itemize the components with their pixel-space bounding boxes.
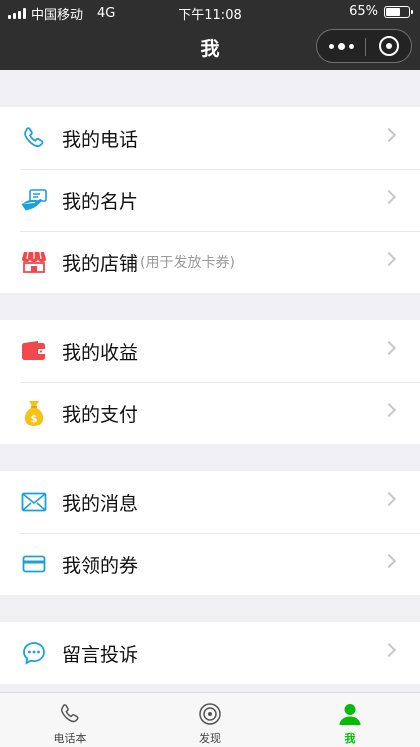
business-card-icon [20, 186, 48, 214]
user-icon [337, 701, 363, 727]
close-miniprogram-button[interactable] [366, 30, 412, 62]
menu-item-label: 我的支付 [62, 403, 139, 426]
wallet-icon [20, 337, 48, 365]
tab-phonebook[interactable]: 电话本 [0, 693, 140, 747]
chevron-right-icon [381, 491, 397, 507]
menu-group-2: 我的收益 $ 我的支付 [0, 320, 420, 444]
miniprogram-capsule [316, 29, 412, 63]
more-menu-button[interactable] [317, 30, 365, 62]
compass-icon [197, 701, 223, 727]
phone-icon [57, 701, 83, 727]
menu-item-my-coupons[interactable]: 我领的券 [0, 533, 420, 595]
menu-item-my-store[interactable]: 我的店铺 (用于发放卡券) [0, 231, 420, 293]
menu-item-my-earnings[interactable]: 我的收益 [0, 320, 420, 382]
store-icon [20, 248, 48, 276]
menu-item-label: 我的电话 [62, 128, 139, 151]
svg-text:$: $ [31, 414, 38, 425]
menu-item-label: 留言投诉 [62, 643, 139, 666]
menu-item-my-payment[interactable]: $ 我的支付 [0, 382, 420, 444]
tab-me[interactable]: 我 [280, 693, 420, 747]
menu-list: 我的电话 我的名片 我的店铺 (用于发放卡券) 我的收益 $ 我的支付 我的消息… [0, 70, 420, 692]
chevron-right-icon [381, 189, 397, 205]
status-bar: 中国移动 4G 下午11:08 65% [0, 0, 420, 24]
menu-item-my-card[interactable]: 我的名片 [0, 169, 420, 231]
menu-item-hint: (用于发放卡券) [140, 255, 235, 271]
menu-group-4: 留言投诉 [0, 622, 420, 684]
chevron-right-icon [381, 553, 397, 569]
chevron-right-icon [381, 642, 397, 658]
more-dots-icon [328, 43, 334, 49]
phone-icon [20, 124, 48, 152]
tab-label: 发现 [199, 732, 221, 745]
menu-item-label: 我领的券 [62, 554, 139, 577]
menu-group-1: 我的电话 我的名片 我的店铺 (用于发放卡券) [0, 107, 420, 293]
chevron-right-icon [381, 402, 397, 418]
menu-item-label: 我的收益 [62, 341, 139, 364]
target-icon [379, 36, 399, 56]
coupon-card-icon [20, 550, 48, 578]
tab-discover[interactable]: 发现 [140, 693, 280, 747]
tab-bar: 电话本 发现 我 [0, 692, 420, 747]
tab-label: 我 [344, 732, 356, 745]
chat-bubble-icon [20, 639, 48, 667]
chevron-right-icon [381, 127, 397, 143]
chevron-right-icon [381, 251, 397, 267]
tab-label: 电话本 [53, 732, 87, 745]
menu-item-label: 我的消息 [62, 492, 139, 515]
nav-bar: 我 [0, 24, 420, 70]
battery-percent: 65% [349, 4, 378, 19]
chevron-right-icon [381, 340, 397, 356]
status-right: 65% [349, 4, 413, 19]
envelope-icon [20, 488, 48, 516]
menu-item-my-messages[interactable]: 我的消息 [0, 471, 420, 533]
menu-item-label: 我的店铺 [62, 252, 139, 275]
menu-item-my-phone[interactable]: 我的电话 [0, 107, 420, 169]
battery-icon [384, 5, 413, 18]
menu-group-3: 我的消息 我领的券 [0, 471, 420, 595]
menu-item-label: 我的名片 [62, 190, 139, 213]
menu-item-feedback[interactable]: 留言投诉 [0, 622, 420, 684]
money-bag-icon: $ [20, 399, 48, 427]
